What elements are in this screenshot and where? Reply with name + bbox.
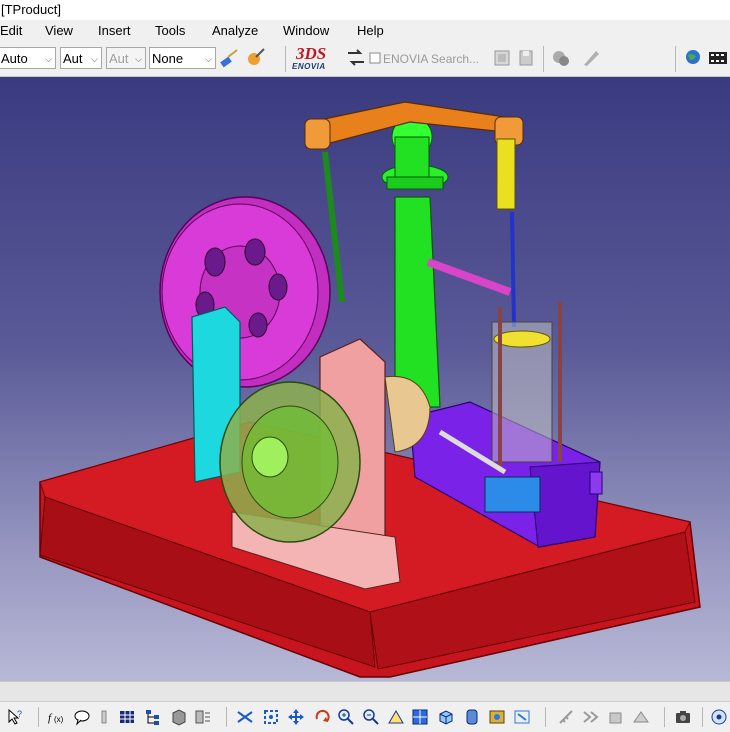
comment-icon[interactable] bbox=[73, 708, 91, 726]
menu-edit[interactable]: Edit bbox=[0, 20, 22, 41]
menu-insert[interactable]: Insert bbox=[98, 20, 131, 41]
menu-view[interactable]: View bbox=[45, 20, 73, 41]
ds-enovia-logo[interactable]: 3DS ENOVIA bbox=[290, 44, 342, 74]
color-combo[interactable]: Auto ⌵ bbox=[0, 47, 56, 69]
tree-icon[interactable] bbox=[144, 708, 162, 726]
line-type-combo[interactable]: Aut ⌵ bbox=[60, 47, 102, 69]
catalog-icon[interactable] bbox=[170, 708, 188, 726]
menu-bar: Edit View Insert Tools Analyze Window He… bbox=[0, 20, 730, 41]
mass-icon[interactable] bbox=[607, 708, 625, 726]
fit-all-icon[interactable] bbox=[262, 708, 280, 726]
iso-view-icon[interactable] bbox=[437, 708, 455, 726]
table-icon[interactable] bbox=[118, 708, 136, 726]
properties-icon[interactable] bbox=[194, 708, 212, 726]
enovia-search-label: ENOVIA Search... bbox=[383, 52, 480, 66]
multi-view-icon[interactable] bbox=[411, 708, 429, 726]
menu-tools[interactable]: Tools bbox=[155, 20, 185, 41]
piston-rod[interactable] bbox=[510, 211, 516, 328]
measure-icon[interactable] bbox=[557, 708, 575, 726]
material-icon[interactable] bbox=[244, 47, 266, 69]
camera-icon[interactable] bbox=[674, 708, 692, 726]
steam-engine-model[interactable] bbox=[0, 77, 730, 681]
line-weight-combo-value: Aut bbox=[109, 51, 129, 66]
enovia-switch-icon[interactable] bbox=[345, 47, 367, 69]
svg-text:f: f bbox=[48, 712, 53, 724]
double-arrow-icon[interactable] bbox=[582, 708, 600, 726]
compass-icon[interactable] bbox=[710, 708, 728, 726]
transparent-flange[interactable] bbox=[219, 381, 361, 543]
select-help-icon[interactable]: ? bbox=[6, 708, 24, 726]
pan-icon[interactable] bbox=[287, 708, 305, 726]
hide-show-icon[interactable] bbox=[488, 708, 506, 726]
fly-mode-icon[interactable] bbox=[236, 708, 254, 726]
sync-icon[interactable] bbox=[550, 47, 572, 69]
toolbar-separator bbox=[285, 46, 286, 72]
toolbar-separator bbox=[226, 707, 227, 727]
chevron-down-icon: ⌵ bbox=[135, 54, 142, 64]
ds-logo-text: 3DS bbox=[296, 44, 327, 63]
line-type-combo-value: Aut bbox=[63, 51, 83, 66]
svg-text:?: ? bbox=[17, 709, 22, 719]
formula-icon[interactable]: f (x) bbox=[47, 708, 65, 726]
color-combo-value: Auto bbox=[1, 51, 28, 66]
graphic-properties-toolbar: Auto ⌵ Aut ⌵ Aut ⌵ None ⌵ 3DS ENOVIA bbox=[0, 42, 730, 77]
checkbox-icon[interactable] bbox=[368, 47, 382, 69]
line-weight-combo[interactable]: Aut ⌵ bbox=[106, 47, 146, 69]
enovia-logo-text: ENOVIA bbox=[292, 62, 326, 71]
title-bar: [TProduct] bbox=[0, 0, 730, 21]
menu-analyze[interactable]: Analyze bbox=[212, 20, 258, 41]
crosshead-arm[interactable] bbox=[426, 258, 512, 296]
painter-icon[interactable] bbox=[218, 47, 240, 69]
menu-help[interactable]: Help bbox=[357, 20, 384, 41]
status-strip bbox=[0, 681, 730, 702]
toolbar-separator bbox=[702, 707, 703, 727]
toolbar-separator bbox=[38, 707, 39, 727]
globe-icon[interactable] bbox=[683, 47, 705, 69]
layer-combo[interactable]: None ⌵ bbox=[149, 47, 216, 69]
menu-window[interactable]: Window bbox=[283, 20, 329, 41]
layer-combo-value: None bbox=[152, 51, 184, 66]
knowledge-icon[interactable] bbox=[96, 708, 114, 726]
chevron-down-icon: ⌵ bbox=[45, 54, 52, 64]
rotate-icon[interactable] bbox=[313, 708, 331, 726]
window-title: [TProduct] bbox=[1, 2, 61, 17]
yellow-link[interactable] bbox=[496, 138, 516, 210]
normal-view-icon[interactable] bbox=[387, 708, 405, 726]
flywheel[interactable] bbox=[159, 196, 331, 388]
film-icon[interactable] bbox=[707, 47, 729, 69]
enovia-search-field[interactable]: ENOVIA Search... bbox=[383, 50, 479, 68]
toolbar-separator bbox=[543, 46, 544, 72]
chevron-down-icon: ⌵ bbox=[205, 54, 212, 64]
swap-visible-icon[interactable] bbox=[513, 708, 531, 726]
toolbar-separator bbox=[545, 707, 546, 727]
toolbar-separator bbox=[664, 707, 665, 727]
shading-icon[interactable] bbox=[463, 708, 481, 726]
svg-text:(x): (x) bbox=[54, 715, 64, 724]
3d-viewport[interactable] bbox=[0, 77, 730, 681]
edit-link-icon[interactable] bbox=[580, 47, 602, 69]
toolbar-separator bbox=[675, 46, 676, 72]
clash-icon[interactable] bbox=[632, 708, 650, 726]
enovia-open-icon[interactable] bbox=[492, 47, 514, 69]
chevron-down-icon: ⌵ bbox=[91, 54, 98, 64]
zoom-in-icon[interactable] bbox=[337, 708, 355, 726]
view-toolbar: ? f (x) bbox=[0, 701, 730, 732]
zoom-out-icon[interactable] bbox=[362, 708, 380, 726]
enovia-save-icon[interactable] bbox=[516, 47, 538, 69]
